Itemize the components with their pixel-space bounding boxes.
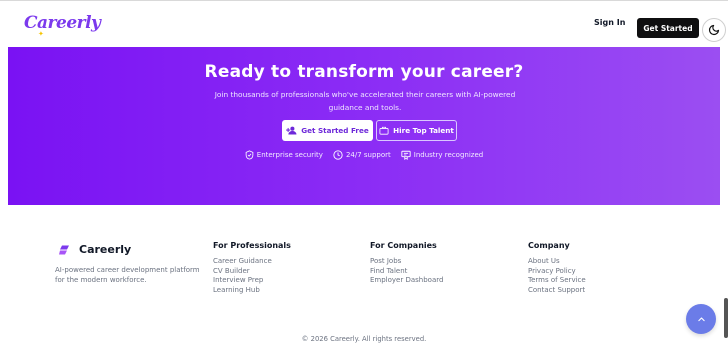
badge-label: Enterprise security	[256, 151, 323, 159]
logo[interactable]: Careerly	[24, 13, 101, 33]
cta-hero-section: Ready to transform your career? Join tho…	[8, 47, 720, 205]
footer-link-find-talent[interactable]: Find Talent	[370, 267, 443, 277]
footer-column-professionals: For Professionals Career Guidance CV Bui…	[213, 241, 291, 295]
copyright-text: © 2026 Careerly. All rights reserved.	[301, 335, 427, 343]
logo-star-icon: ✦	[38, 30, 44, 38]
badge-support: 24/7 support	[333, 150, 391, 160]
footer-link-cv-builder[interactable]: CV Builder	[213, 267, 291, 277]
footer-link-interview-prep[interactable]: Interview Prep	[213, 276, 291, 286]
footer-link-contact-support[interactable]: Contact Support	[528, 286, 586, 296]
get-started-button[interactable]: Get Started	[637, 18, 699, 38]
footer-brand-name: Careerly	[79, 243, 132, 256]
footer-brand: Careerly	[59, 243, 131, 256]
footer-link-learning-hub[interactable]: Learning Hub	[213, 286, 291, 296]
footer-link-terms-of-service[interactable]: Terms of Service	[528, 276, 586, 286]
hero-subtitle: Join thousands of professionals who've a…	[214, 90, 516, 112]
footer-column-title: Company	[528, 241, 570, 250]
hire-top-talent-button[interactable]: Hire Top Talent	[376, 120, 457, 141]
footer-column-title: For Professionals	[213, 241, 291, 250]
footer-link-employer-dashboard[interactable]: Employer Dashboard	[370, 276, 443, 286]
theme-toggle-button[interactable]	[702, 18, 726, 42]
careerly-logo-icon	[59, 245, 69, 254]
footer-column-company: Company About Us Privacy Policy Terms of…	[528, 241, 586, 295]
briefcase-icon	[379, 126, 389, 135]
hero-title: Ready to transform your career?	[204, 62, 524, 82]
top-navbar: Careerly ✦ Sign In Get Started	[0, 0, 728, 47]
chevron-up-icon	[697, 316, 705, 321]
footer-brand-description: AI-powered career development platform f…	[55, 266, 200, 284]
get-started-free-button[interactable]: Get Started Free	[282, 120, 373, 141]
footer-link-post-jobs[interactable]: Post Jobs	[370, 257, 443, 267]
badge-enterprise-security: Enterprise security	[245, 150, 323, 160]
user-plus-icon	[286, 126, 297, 135]
badge-label: Industry recognized	[413, 151, 484, 159]
hire-top-talent-label: Hire Top Talent	[393, 126, 454, 135]
scroll-to-top-button[interactable]	[686, 304, 716, 334]
footer-column-title: For Companies	[370, 241, 437, 250]
footer-link-career-guidance[interactable]: Career Guidance	[213, 257, 291, 267]
footer-link-privacy-policy[interactable]: Privacy Policy	[528, 267, 586, 277]
get-started-free-label: Get Started Free	[301, 126, 369, 135]
moon-icon	[708, 24, 720, 36]
page-scrollbar[interactable]	[724, 298, 728, 338]
footer-column-companies: For Companies Post Jobs Find Talent Empl…	[370, 241, 443, 286]
sign-in-link[interactable]: Sign In	[594, 18, 625, 27]
badge-industry-recognized: Industry recognized	[401, 150, 483, 160]
shield-check-icon	[245, 150, 254, 160]
footer-link-about-us[interactable]: About Us	[528, 257, 586, 267]
badge-label: 24/7 support	[345, 151, 391, 159]
trust-badges: Enterprise security 24/7 support Industr…	[8, 150, 720, 160]
clock-icon	[333, 150, 343, 160]
award-icon	[401, 150, 411, 160]
